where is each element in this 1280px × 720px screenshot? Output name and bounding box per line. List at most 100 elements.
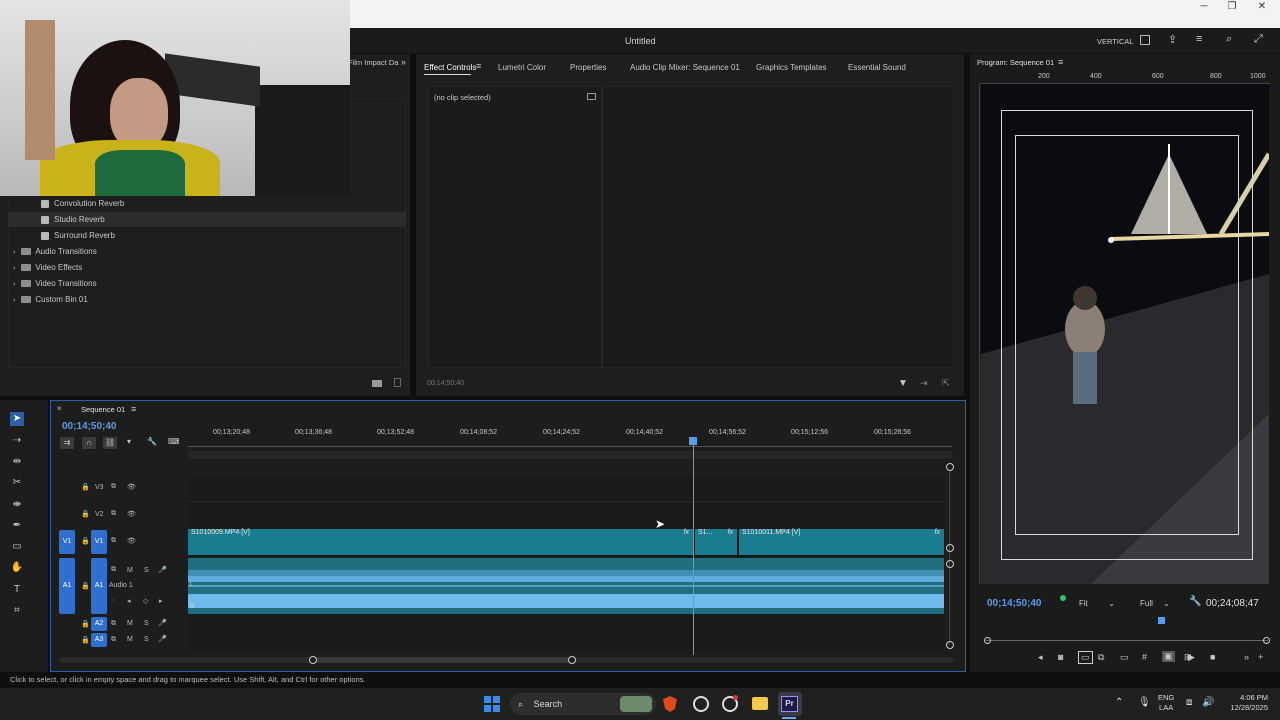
- playhead-handle[interactable]: [689, 437, 697, 445]
- mute-button[interactable]: M: [127, 636, 133, 643]
- brave-browser-icon[interactable]: [663, 696, 677, 712]
- mute-button[interactable]: M: [127, 567, 133, 574]
- nest-toggle-icon[interactable]: ⇉: [60, 437, 74, 449]
- new-bin-icon[interactable]: [372, 380, 382, 387]
- program-current-time[interactable]: 00;14;50;40: [987, 598, 1041, 609]
- chevron-up-icon[interactable]: ⌃: [1115, 697, 1123, 708]
- panel-menu-icon[interactable]: ≡: [476, 61, 481, 71]
- solo-button[interactable]: S: [144, 567, 149, 574]
- step-back-icon[interactable]: ◂: [1038, 652, 1043, 663]
- v-scroll-track[interactable]: [949, 471, 950, 645]
- effect-item-selected[interactable]: Studio Reverb: [8, 212, 406, 227]
- more-tabs-icon[interactable]: »: [401, 57, 406, 67]
- track-target-a1[interactable]: A1: [91, 558, 107, 614]
- expand-chevron-icon[interactable]: ›: [13, 297, 15, 304]
- razor-tool-icon[interactable]: ✂: [10, 476, 24, 490]
- tab-properties[interactable]: Properties: [570, 63, 606, 72]
- play-only-icon[interactable]: ⇥: [920, 378, 928, 389]
- solo-button[interactable]: S: [144, 636, 149, 643]
- lock-icon[interactable]: 🔒: [81, 620, 90, 628]
- expand-chevron-icon[interactable]: ›: [13, 249, 15, 256]
- play-button[interactable]: ▶: [1188, 652, 1195, 663]
- sync-lock-icon[interactable]: ⧉: [111, 483, 116, 491]
- h-scroll-left-handle[interactable]: [309, 656, 317, 664]
- v-scroll-handle-2[interactable]: [946, 560, 954, 568]
- source-patch-a1[interactable]: A1: [59, 558, 75, 614]
- folder-item[interactable]: › Custom Bin 01: [8, 292, 406, 307]
- language-indicator[interactable]: ENG LAA: [1158, 693, 1174, 713]
- video-clip[interactable]: S1010009.MP4 [V] fx: [188, 529, 693, 555]
- grid-icon[interactable]: #: [1142, 652, 1147, 662]
- quality-select[interactable]: Full ⌄: [1140, 599, 1170, 608]
- proxy-toggle-icon[interactable]: ▣: [1162, 651, 1175, 662]
- menu-icon[interactable]: ≡: [1196, 33, 1202, 45]
- settings-wrench-icon[interactable]: 🔧: [1189, 596, 1201, 607]
- close-button[interactable]: ✕: [1246, 0, 1278, 14]
- panel-menu-icon[interactable]: ≡: [1058, 57, 1063, 67]
- next-keyframe-icon[interactable]: ▸: [159, 597, 163, 605]
- timeline-settings-icon[interactable]: 🔧: [147, 437, 157, 446]
- fit-select[interactable]: Fit ⌄: [1079, 599, 1115, 608]
- safe-margins-icon[interactable]: ▭: [1078, 651, 1093, 664]
- chatgpt-icon[interactable]: [693, 696, 709, 712]
- sync-lock-icon[interactable]: ⧉: [111, 620, 116, 628]
- sync-lock-icon[interactable]: ⧉: [111, 510, 116, 518]
- video-clip[interactable]: S1... fx: [695, 529, 737, 555]
- eye-icon[interactable]: 👁: [127, 537, 136, 545]
- clock[interactable]: 4:06 PM 12/28/2025: [1228, 693, 1268, 713]
- add-marker-icon[interactable]: ▾: [127, 437, 131, 446]
- work-area-bar[interactable]: [188, 451, 952, 459]
- search-highlight-icon[interactable]: [620, 696, 652, 712]
- slip-tool-icon[interactable]: ⇼: [10, 498, 24, 512]
- compare-icon[interactable]: ▭: [1120, 652, 1129, 663]
- lock-icon[interactable]: 🔒: [81, 510, 90, 518]
- tab-graphics-templates[interactable]: Graphics Templates: [756, 63, 827, 72]
- volume-icon[interactable]: 🔊: [1202, 697, 1214, 708]
- snap-icon[interactable]: ∩: [82, 437, 96, 449]
- panel-menu-icon[interactable]: ≡: [131, 404, 136, 414]
- volume-icon[interactable]: ◌: [111, 597, 115, 604]
- eye-icon[interactable]: 👁: [127, 483, 136, 491]
- microphone-icon[interactable]: 🎤: [158, 619, 167, 627]
- tab-audio-clip-mixer[interactable]: Audio Clip Mixer: Sequence 01: [630, 63, 740, 72]
- delete-icon[interactable]: [394, 378, 401, 387]
- multicam-icon[interactable]: ⧉: [1098, 652, 1104, 663]
- more-controls-icon[interactable]: »: [1244, 652, 1249, 662]
- fullscreen-icon[interactable]: ⤢: [1254, 33, 1263, 46]
- scrub-start-handle[interactable]: [984, 637, 991, 644]
- track-target-a2[interactable]: A2: [91, 617, 107, 631]
- close-sequence-icon[interactable]: ×: [57, 404, 62, 413]
- mute-button[interactable]: M: [127, 620, 133, 627]
- h-scroll-right-handle[interactable]: [568, 656, 576, 664]
- effect-item[interactable]: Convolution Reverb: [8, 196, 406, 211]
- pen-tool-icon[interactable]: ✒: [10, 519, 24, 533]
- source-patch-v1[interactable]: V1: [59, 530, 75, 554]
- tab-essential-sound[interactable]: Essential Sound: [848, 63, 906, 72]
- stop-button[interactable]: ■: [1210, 652, 1215, 662]
- prev-keyframe-icon[interactable]: ◂: [127, 597, 131, 605]
- camera-icon[interactable]: ◙: [1058, 652, 1063, 662]
- v-scroll-bottom[interactable]: [946, 641, 954, 649]
- sync-lock-icon[interactable]: ⧉: [111, 636, 116, 644]
- timeline-current-time[interactable]: 00;14;50;40: [62, 421, 116, 432]
- lock-icon[interactable]: 🔒: [81, 537, 90, 545]
- add-keyframe-icon[interactable]: ◇: [143, 597, 148, 605]
- scrub-end-handle[interactable]: [1263, 637, 1270, 644]
- folder-item[interactable]: › Video Transitions: [8, 276, 406, 291]
- share-icon[interactable]: ⇪: [1168, 33, 1177, 46]
- microphone-icon[interactable]: 🎙: [1138, 697, 1151, 708]
- eye-icon[interactable]: 👁: [127, 510, 136, 518]
- track-target-a3[interactable]: A3: [91, 633, 107, 647]
- layout-icon[interactable]: [1140, 35, 1150, 45]
- search-icon[interactable]: ⌕: [1226, 33, 1232, 46]
- expand-chevron-icon[interactable]: ›: [13, 265, 15, 272]
- v-scroll-top[interactable]: [946, 463, 954, 471]
- microphone-icon[interactable]: 🎤: [158, 566, 167, 574]
- linked-selection-icon[interactable]: ⛓: [103, 437, 117, 449]
- expand-chevron-icon[interactable]: ›: [13, 281, 15, 288]
- track-target-v1[interactable]: V1: [91, 530, 107, 554]
- selection-tool-icon[interactable]: ➤: [10, 412, 24, 426]
- maximize-button[interactable]: ❐: [1216, 0, 1248, 14]
- captions-icon[interactable]: ⌨: [168, 437, 180, 446]
- solo-button[interactable]: S: [144, 620, 149, 627]
